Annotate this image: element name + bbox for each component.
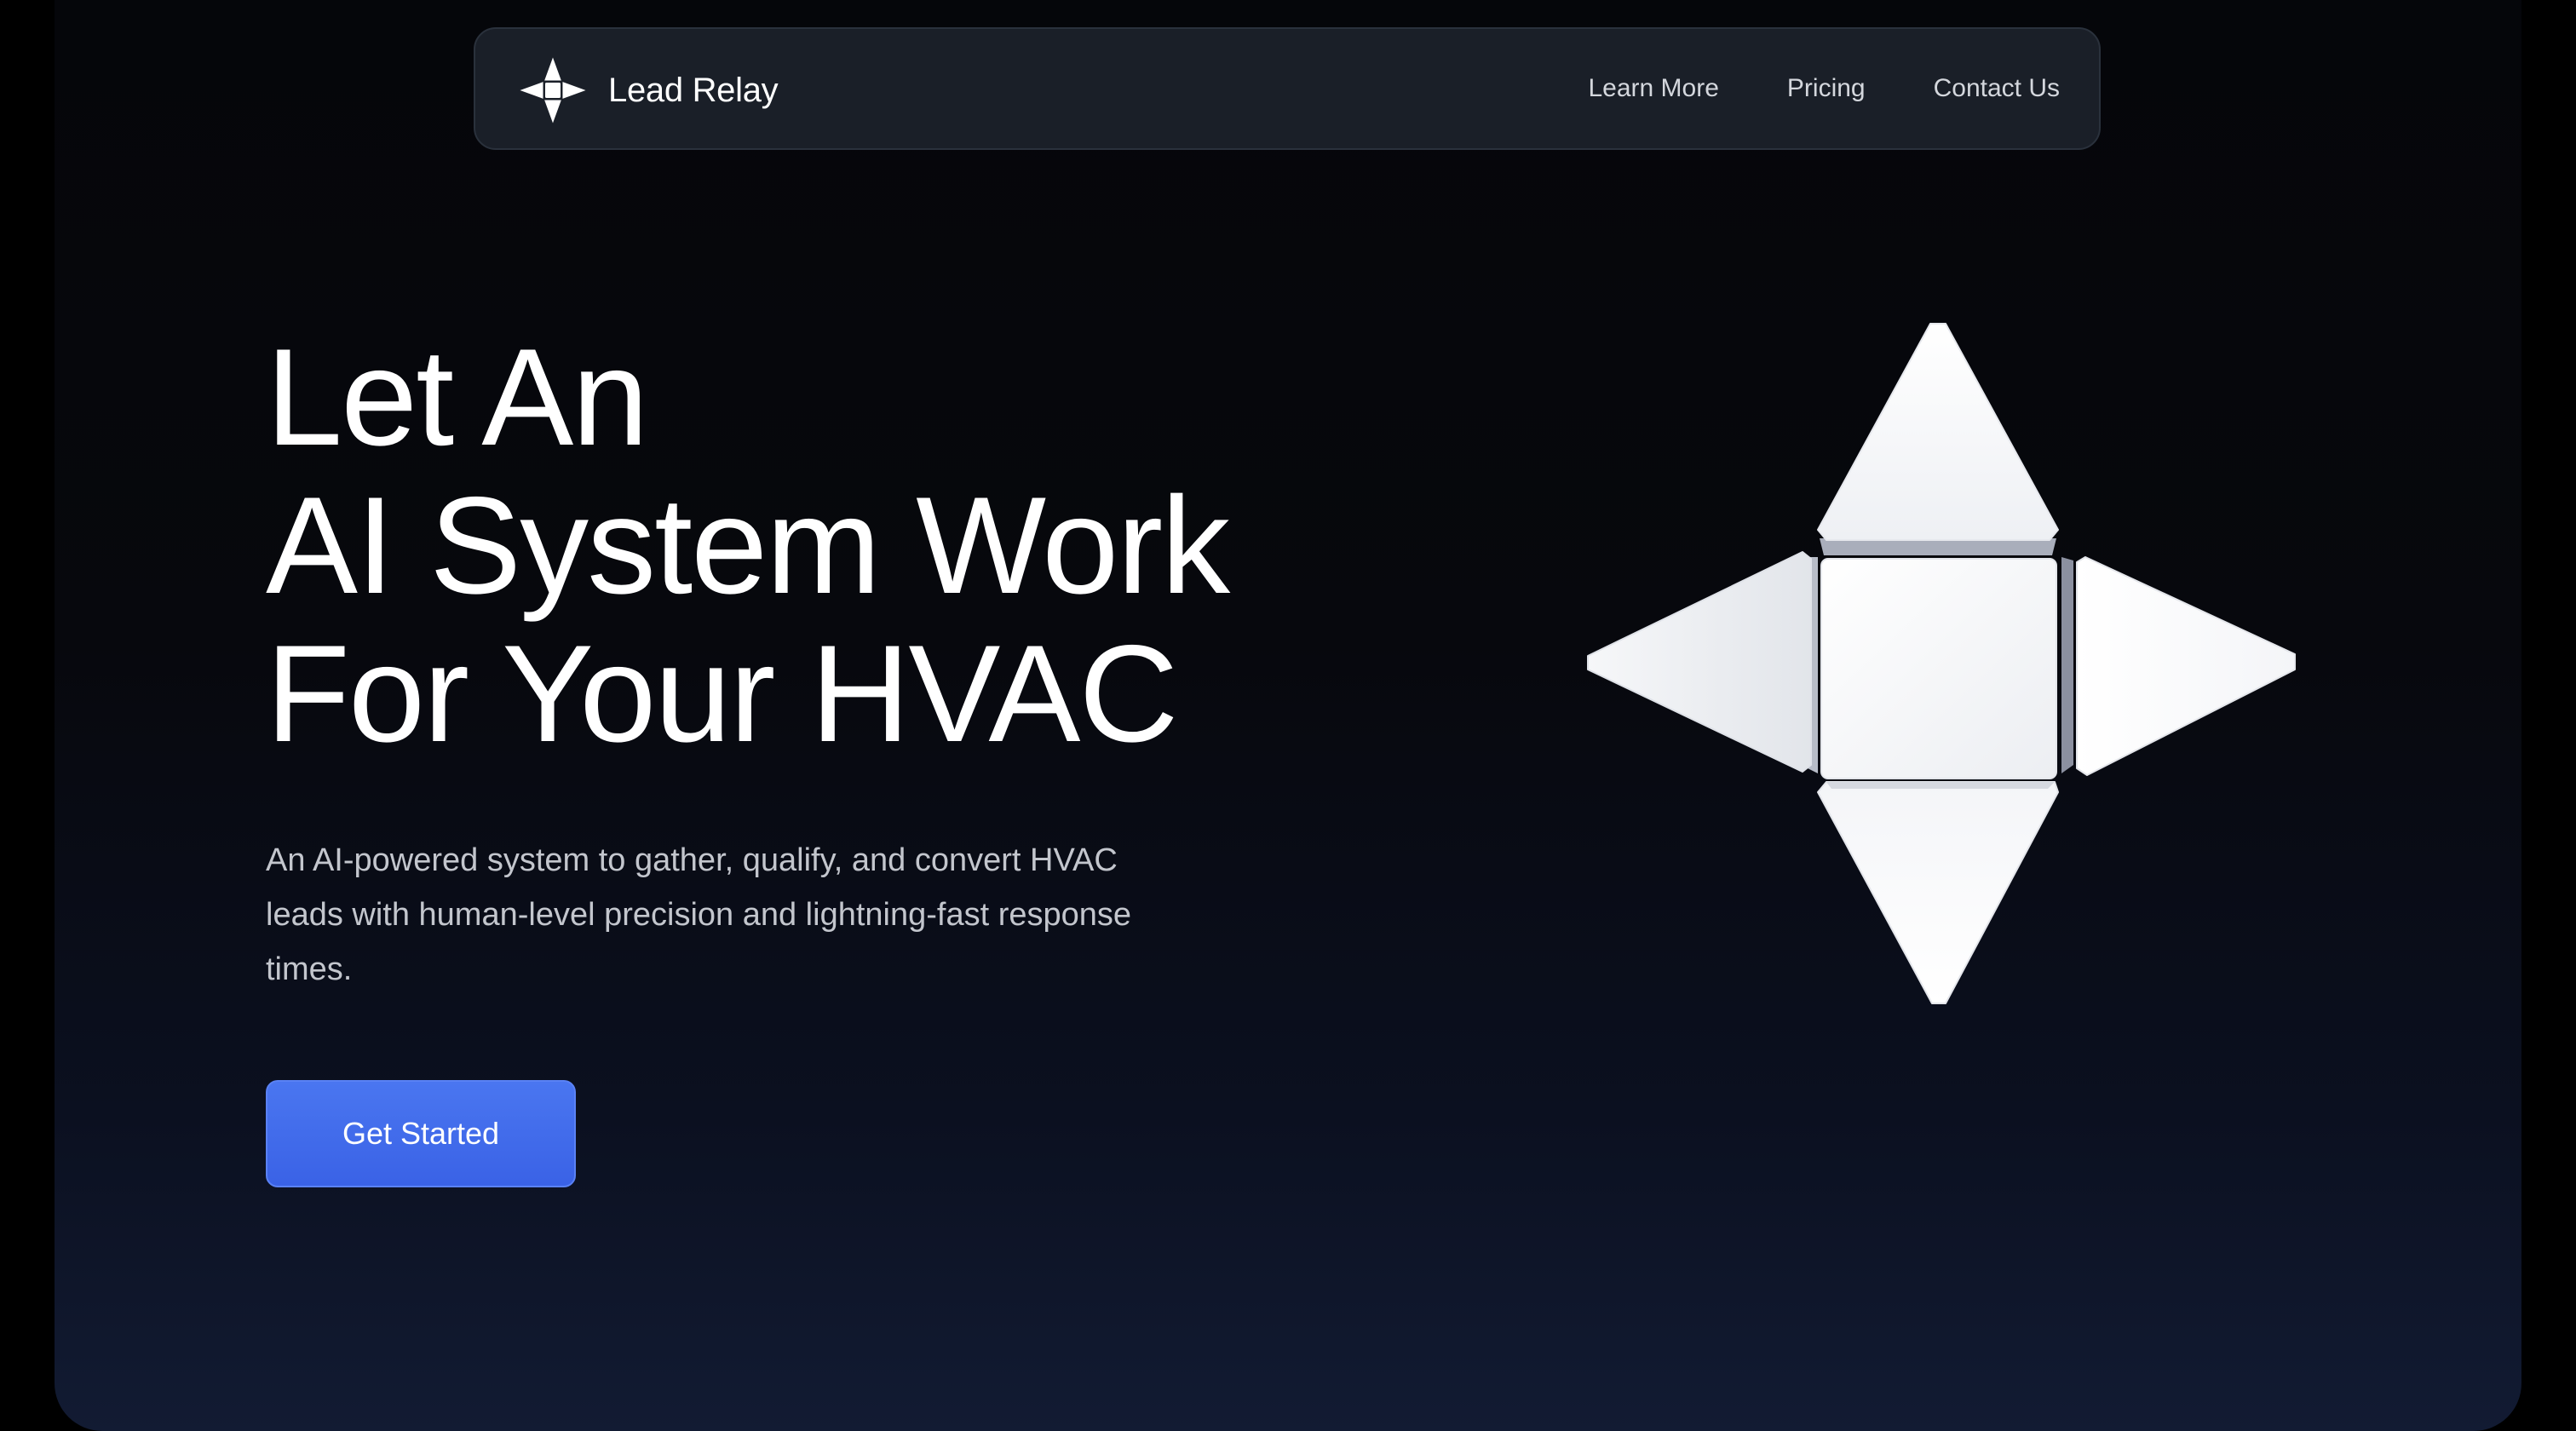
navbar: Lead Relay Learn More Pricing Contact Us bbox=[474, 27, 2101, 150]
brand-name: Lead Relay bbox=[608, 71, 779, 109]
hero-graphic bbox=[1587, 323, 2296, 1004]
get-started-button[interactable]: Get Started bbox=[266, 1080, 576, 1187]
hero-title-line-3: For Your HVAC bbox=[266, 617, 1178, 771]
right-triangle bbox=[2061, 556, 2296, 776]
center-square bbox=[1820, 558, 2057, 779]
brand-link[interactable]: Lead Relay bbox=[518, 56, 779, 124]
left-triangle bbox=[1587, 551, 1818, 773]
hero-subtitle: An AI-powered system to gather, qualify,… bbox=[266, 842, 1132, 987]
nav-links: Learn More Pricing Contact Us bbox=[1520, 29, 2060, 148]
page: Lead Relay Learn More Pricing Contact Us… bbox=[55, 0, 2521, 1431]
hero-title-line-2: AI System Work bbox=[266, 468, 1230, 623]
nav-link-contact-us[interactable]: Contact Us bbox=[1934, 74, 2060, 103]
nav-link-pricing[interactable]: Pricing bbox=[1787, 74, 1866, 103]
logo-icon bbox=[520, 57, 586, 124]
nav-link-learn-more[interactable]: Learn More bbox=[1588, 74, 1718, 103]
top-triangle bbox=[1817, 323, 2059, 555]
hero-title: Let An AI System Work For Your HVAC bbox=[266, 324, 1373, 768]
hero-title-line-1: Let An bbox=[266, 320, 648, 474]
bottom-triangle bbox=[1817, 781, 2059, 1004]
